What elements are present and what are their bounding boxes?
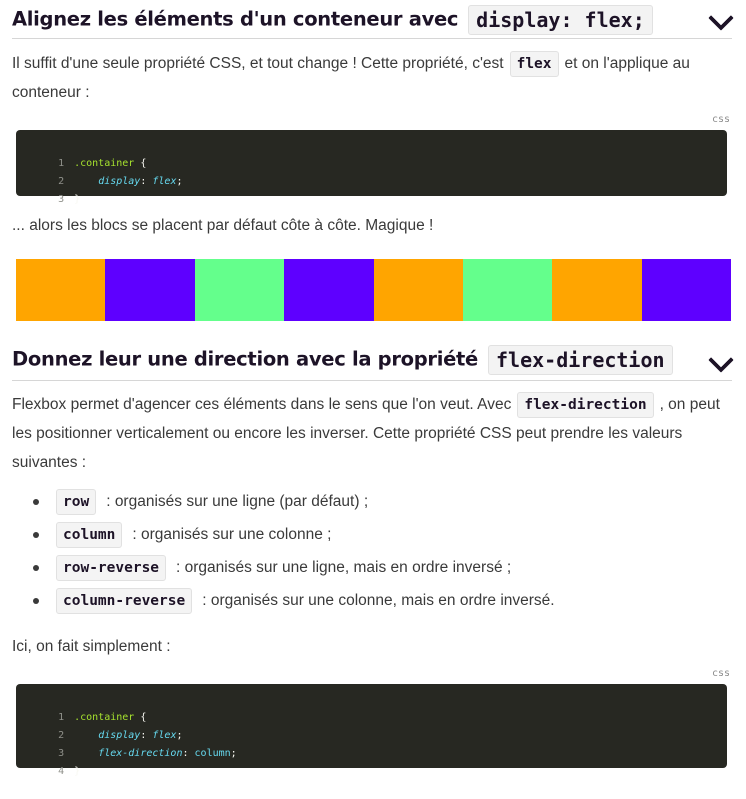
code-line: 1 .container {	[16, 137, 727, 169]
demo-box	[105, 259, 195, 321]
line-number: 3	[58, 748, 65, 759]
value-code: row	[56, 489, 97, 515]
line-number: 2	[58, 176, 65, 187]
section-title-code: flex-direction	[487, 345, 673, 375]
list-item: column-reverse : organisés sur une colonn…	[30, 584, 730, 617]
code-language-label: css	[711, 114, 730, 125]
code-semicolon: ;	[176, 730, 183, 741]
demo-box	[373, 259, 463, 321]
list-item: row : organisés sur une ligne (par défaut…	[30, 485, 730, 518]
bullet-icon	[33, 598, 39, 604]
code-value: flex	[152, 730, 177, 741]
code-punctuation: {	[134, 712, 147, 723]
code-punctuation: {	[134, 158, 147, 169]
code-punctuation: }	[74, 194, 81, 205]
code-semicolon: ;	[176, 176, 183, 187]
code-punctuation: }	[74, 766, 81, 777]
bullet-icon	[33, 532, 39, 538]
code-value: flex	[152, 176, 177, 187]
section-title-text: Alignez les éléments d'un conteneur avec	[12, 7, 459, 31]
code-property: flex-direction	[98, 748, 183, 759]
section-header-display-flex[interactable]: Alignez les éléments d'un conteneur avec…	[12, 0, 734, 39]
demo-box	[462, 259, 553, 321]
simple-paragraph: Ici, on fait simplement :	[12, 638, 171, 655]
code-semicolon: ;	[230, 748, 237, 759]
code-selector: .container	[74, 712, 135, 723]
code-selector: .container	[74, 158, 135, 169]
value-code: column-reverse	[56, 588, 193, 614]
line-number: 1	[58, 158, 65, 169]
line-number: 3	[58, 194, 65, 205]
line-number: 1	[58, 712, 65, 723]
value-code: row-reverse	[56, 555, 167, 581]
code-colon: :	[140, 176, 153, 187]
chevron-down-icon[interactable]	[708, 5, 734, 31]
value-description: : organisés sur une ligne, mais en ordre…	[176, 559, 512, 576]
intro-paragraph: Il suffit d'une seule propriété CSS, et …	[12, 49, 724, 107]
section-title: Donnez leur une direction avec la propri…	[12, 345, 673, 375]
demo-box	[284, 259, 374, 321]
value-description: : organisés sur une ligne (par défaut) ;	[106, 493, 369, 510]
bullet-icon	[33, 499, 39, 505]
section-title-text: Donnez leur une direction avec la propri…	[12, 347, 478, 371]
code-property: display	[98, 730, 141, 741]
list-item: row-reverse : organisés sur une ligne, ma…	[30, 551, 730, 584]
code-property: display	[98, 176, 141, 187]
flex-direction-values-list: row : organisés sur une ligne (par défaut…	[30, 485, 730, 617]
code-block[interactable]: 1 .container { 2 display: flex; 3 flex-di…	[16, 684, 727, 777]
line-number: 2	[58, 730, 65, 741]
value-code: column	[56, 522, 123, 548]
demo-box	[552, 259, 642, 321]
value-description: : organisés sur une colonne, mais en ord…	[202, 592, 555, 609]
intro-text-before: Il suffit d'une seule propriété CSS, et …	[12, 55, 504, 72]
inline-code-flex: flex	[509, 51, 559, 77]
paragraph-text-before: Flexbox permet d'agencer ces éléments da…	[12, 396, 512, 413]
code-block[interactable]: 1 .container { 2 display: flex; 3}	[16, 130, 727, 205]
section-header-flex-direction[interactable]: Donnez leur une direction avec la propri…	[12, 340, 734, 381]
result-paragraph: ... alors les blocs se placent par défau…	[12, 217, 434, 234]
demo-box	[641, 259, 731, 321]
demo-box	[194, 259, 285, 321]
section-title-code: display: flex;	[468, 5, 653, 35]
chevron-down-icon[interactable]	[708, 347, 734, 373]
list-item: column : organisés sur une colonne ;	[30, 518, 730, 551]
line-number: 4	[58, 766, 65, 777]
flex-demo-row	[16, 259, 731, 321]
code-colon: :	[140, 730, 153, 741]
bullet-icon	[33, 565, 39, 571]
code-value: column	[194, 748, 231, 759]
inline-code-flex-direction: flex-direction	[517, 392, 654, 418]
demo-box	[16, 259, 106, 321]
flex-direction-paragraph: Flexbox permet d'agencer ces éléments da…	[12, 390, 724, 477]
code-language-label: css	[711, 668, 730, 679]
section-title: Alignez les éléments d'un conteneur avec…	[12, 5, 653, 35]
value-description: : organisés sur une colonne ;	[132, 526, 332, 543]
code-line: 1 .container {	[16, 691, 727, 723]
code-colon: :	[182, 748, 195, 759]
